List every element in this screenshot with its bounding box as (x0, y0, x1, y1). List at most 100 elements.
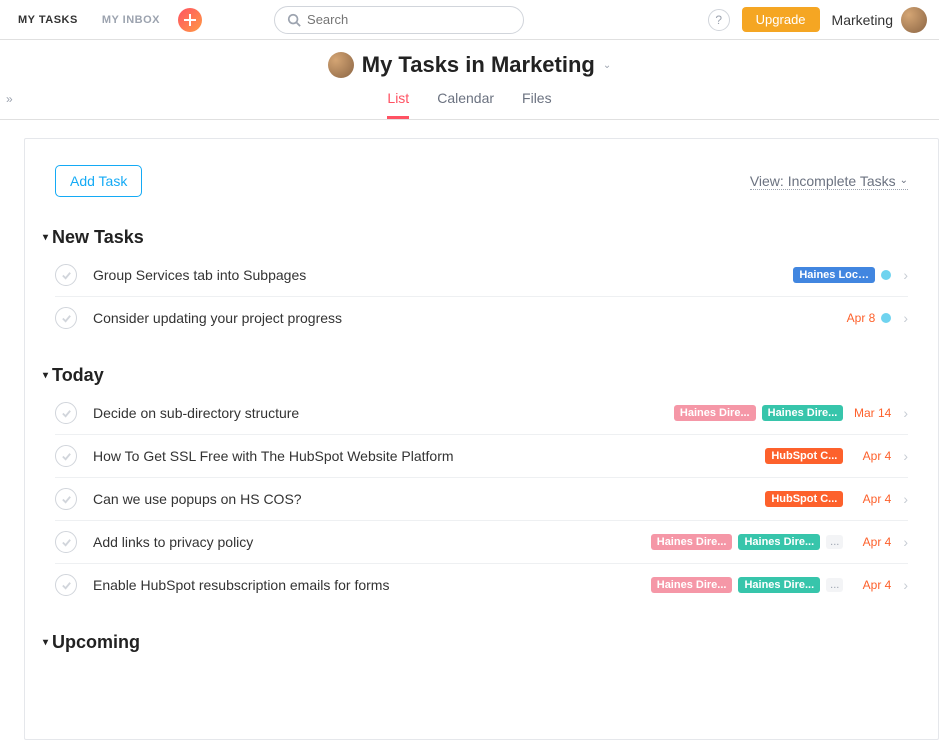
task-title: Enable HubSpot resubscription emails for… (93, 577, 651, 593)
check-icon (61, 580, 72, 591)
project-tag[interactable]: HubSpot C... (765, 448, 843, 464)
project-tag[interactable]: Haines Dire... (762, 405, 844, 421)
section-new-tasks: ▾ New Tasks Group Services tab into Subp… (55, 227, 908, 339)
check-icon (61, 494, 72, 505)
project-tag[interactable]: Haines Dire... (738, 577, 820, 593)
task-row[interactable]: Add links to privacy policyHaines Dire..… (55, 521, 908, 564)
section-title: Today (52, 365, 104, 386)
due-date: Mar 14 (849, 406, 891, 420)
search-icon (287, 13, 301, 27)
chevron-right-icon[interactable]: › (903, 577, 908, 593)
check-icon (61, 313, 72, 324)
complete-checkbox[interactable] (55, 488, 77, 510)
view-selector-label: View: Incomplete Tasks (750, 173, 896, 189)
task-title: Can we use popups on HS COS? (93, 491, 765, 507)
complete-checkbox[interactable] (55, 574, 77, 596)
due-date: Apr 4 (849, 449, 891, 463)
section-title: Upcoming (52, 632, 140, 653)
project-tag[interactable]: Haines Dire... (738, 534, 820, 550)
avatar (328, 52, 354, 78)
complete-checkbox[interactable] (55, 264, 77, 286)
check-icon (61, 537, 72, 548)
chevron-right-icon[interactable]: › (903, 491, 908, 507)
section-header[interactable]: ▾ Upcoming (43, 632, 908, 653)
due-date: Apr 4 (849, 492, 891, 506)
caret-down-icon: ▾ (43, 370, 48, 381)
project-tag[interactable]: Haines Loca... (793, 267, 875, 283)
workspace-switcher[interactable]: Marketing (832, 7, 927, 33)
project-tag[interactable]: Haines Dire... (674, 405, 756, 421)
more-tags-indicator[interactable]: ... (826, 578, 843, 592)
due-date: Apr 4 (849, 535, 891, 549)
project-tag[interactable]: HubSpot C... (765, 491, 843, 507)
plus-icon (184, 14, 196, 26)
chevron-right-icon[interactable]: › (903, 405, 908, 421)
caret-down-icon: ▾ (43, 637, 48, 648)
page-title: My Tasks in Marketing (362, 52, 595, 78)
tab-files[interactable]: Files (522, 90, 552, 119)
section-title: New Tasks (52, 227, 144, 248)
task-meta: Apr 8 › (833, 310, 908, 326)
task-title: How To Get SSL Free with The HubSpot Web… (93, 448, 765, 464)
check-icon (61, 270, 72, 281)
section-header[interactable]: ▾ Today (43, 365, 908, 386)
chevron-right-icon[interactable]: › (903, 267, 908, 283)
chevron-down-icon: ⌄ (900, 175, 908, 186)
more-tags-indicator[interactable]: ... (826, 535, 843, 549)
page-header: My Tasks in Marketing ⌄ List Calendar Fi… (0, 40, 939, 120)
search-input[interactable] (307, 12, 511, 27)
nav-my-tasks[interactable]: MY TASKS (12, 14, 84, 26)
task-title: Consider updating your project progress (93, 310, 833, 326)
task-title: Group Services tab into Subpages (93, 267, 793, 283)
task-panel: Add Task View: Incomplete Tasks ⌄ ▾ New … (24, 138, 939, 740)
task-row[interactable]: How To Get SSL Free with The HubSpot Web… (55, 435, 908, 478)
global-add-button[interactable] (178, 8, 202, 32)
assignee-dot[interactable] (881, 270, 891, 280)
task-meta: Haines Loca... › (793, 267, 908, 283)
task-title: Add links to privacy policy (93, 534, 651, 550)
chevron-down-icon[interactable]: ⌄ (603, 60, 611, 71)
nav-my-inbox[interactable]: MY INBOX (96, 14, 166, 26)
due-date: Apr 4 (849, 578, 891, 592)
complete-checkbox[interactable] (55, 307, 77, 329)
task-meta: HubSpot C... Apr 4 › (765, 491, 908, 507)
section-today: ▾ Today Decide on sub-directory structur… (55, 365, 908, 606)
help-button[interactable]: ? (708, 9, 730, 31)
chevron-right-icon[interactable]: › (903, 448, 908, 464)
search-box[interactable] (274, 6, 524, 34)
upgrade-button[interactable]: Upgrade (742, 7, 820, 32)
check-icon (61, 408, 72, 419)
task-row[interactable]: Enable HubSpot resubscription emails for… (55, 564, 908, 606)
task-row[interactable]: Can we use popups on HS COS?HubSpot C...… (55, 478, 908, 521)
task-row[interactable]: Group Services tab into SubpagesHaines L… (55, 254, 908, 297)
section-header[interactable]: ▾ New Tasks (43, 227, 908, 248)
complete-checkbox[interactable] (55, 531, 77, 553)
task-row[interactable]: Decide on sub-directory structureHaines … (55, 392, 908, 435)
top-bar: MY TASKS MY INBOX ? Upgrade Marketing (0, 0, 939, 40)
complete-checkbox[interactable] (55, 402, 77, 424)
section-upcoming: ▾ Upcoming (55, 632, 908, 653)
add-task-button[interactable]: Add Task (55, 165, 142, 197)
chevron-right-icon[interactable]: › (903, 310, 908, 326)
task-row[interactable]: Consider updating your project progressA… (55, 297, 908, 339)
task-meta: Haines Dire... Haines Dire...... Apr 4 › (651, 534, 908, 550)
tab-calendar[interactable]: Calendar (437, 90, 494, 119)
task-meta: Haines Dire... Haines Dire... Mar 14 › (674, 405, 908, 421)
caret-down-icon: ▾ (43, 232, 48, 243)
workspace-name: Marketing (832, 12, 893, 28)
view-selector[interactable]: View: Incomplete Tasks ⌄ (750, 173, 908, 190)
tab-list[interactable]: List (387, 90, 409, 119)
project-tag[interactable]: Haines Dire... (651, 534, 733, 550)
complete-checkbox[interactable] (55, 445, 77, 467)
due-date: Apr 8 (833, 311, 875, 325)
avatar (901, 7, 927, 33)
check-icon (61, 451, 72, 462)
view-tabs: List Calendar Files (0, 90, 939, 119)
task-meta: HubSpot C... Apr 4 › (765, 448, 908, 464)
task-meta: Haines Dire... Haines Dire...... Apr 4 › (651, 577, 908, 593)
expand-sidebar-icon[interactable]: » (6, 92, 13, 106)
project-tag[interactable]: Haines Dire... (651, 577, 733, 593)
assignee-dot[interactable] (881, 313, 891, 323)
task-title: Decide on sub-directory structure (93, 405, 674, 421)
chevron-right-icon[interactable]: › (903, 534, 908, 550)
